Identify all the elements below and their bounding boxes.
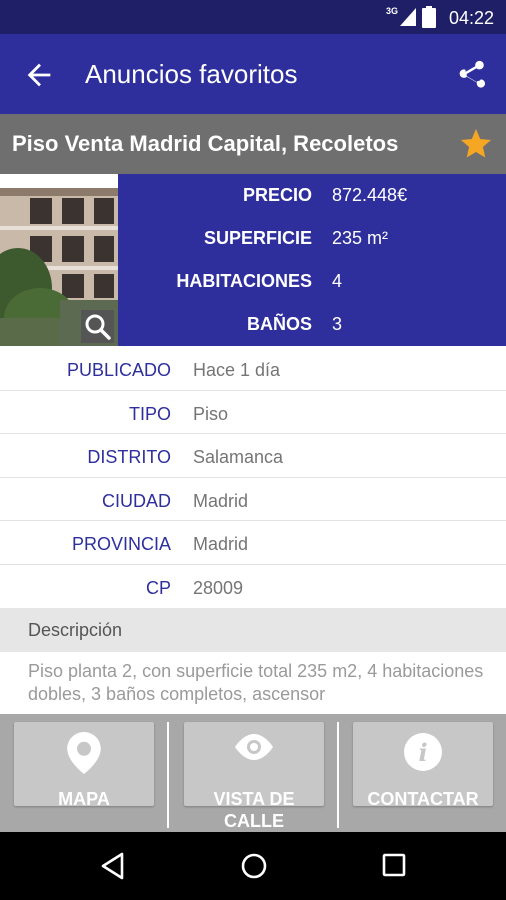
detail-row: CIUDAD Madrid (0, 478, 506, 522)
map-button[interactable]: MAPA (14, 722, 154, 809)
summary-row-area: SUPERFICIE 235 m² (118, 217, 506, 260)
summary-row-price: PRECIO 872.448€ (118, 174, 506, 217)
description-title: Descripción (28, 620, 123, 640)
detail-value: Hace 1 día (193, 360, 281, 380)
detail-row: DISTRITO Salamanca (0, 434, 506, 478)
summary-value: 3 (332, 314, 343, 334)
summary-key: BAÑOS (246, 314, 312, 334)
detail-key: TIPO (128, 403, 171, 424)
description-text: Piso planta 2, con superficie total 235 … (28, 661, 484, 704)
app-bar: Anuncios favoritos (0, 34, 506, 114)
share-icon[interactable] (454, 58, 488, 92)
summary-value: 235 m² (332, 228, 389, 248)
system-nav-bar (0, 832, 506, 900)
eye-icon (235, 734, 273, 760)
detail-row: CP 28009 (0, 565, 506, 609)
summary-key: SUPERFICIE (203, 228, 312, 248)
details-list: PUBLICADO Hace 1 día TIPO Piso DISTRITO … (0, 347, 506, 609)
divider (167, 722, 169, 828)
signal-icon (400, 8, 416, 26)
home-circle-icon[interactable] (240, 852, 268, 880)
clock: 04:22 (448, 8, 494, 28)
street-view-button[interactable]: VISTA DE CALLE (184, 722, 324, 831)
listing-title: Piso Venta Madrid Capital, Recoletos (12, 131, 399, 156)
detail-value: Piso (193, 403, 229, 424)
svg-text:i: i (418, 738, 427, 767)
map-pin-icon (67, 732, 101, 774)
detail-value: Madrid (193, 490, 249, 511)
contact-button[interactable]: i CONTACTAR (353, 722, 493, 809)
contact-button-label: CONTACTAR (367, 789, 479, 809)
detail-key: CIUDAD (101, 490, 171, 511)
detail-row: PROVINCIA Madrid (0, 521, 506, 565)
detail-row: PUBLICADO Hace 1 día (0, 347, 506, 391)
detail-key: DISTRITO (87, 447, 171, 468)
detail-key: PUBLICADO (66, 360, 171, 380)
star-icon[interactable] (458, 126, 494, 162)
back-triangle-icon[interactable] (100, 852, 126, 880)
summary-key: HABITACIONES (176, 271, 312, 291)
listing-header: Piso Venta Madrid Capital, Recoletos (0, 114, 506, 174)
map-button-label: MAPA (58, 789, 110, 809)
detail-value: 28009 (193, 577, 244, 598)
divider (337, 722, 339, 828)
detail-key: PROVINCIA (71, 534, 171, 555)
summary-value: 4 (332, 271, 343, 291)
detail-key: CP (145, 577, 171, 598)
description-header: Descripción (0, 608, 506, 652)
page-title: Anuncios favoritos (85, 59, 298, 89)
recents-square-icon[interactable] (381, 852, 407, 878)
street-view-button-label: VISTA DE CALLE (213, 789, 295, 831)
summary-panel: PRECIO 872.448€ SUPERFICIE 235 m² HABITA… (118, 174, 506, 346)
action-bar: MAPA VISTA DE CALLE i CONTACTAR (0, 714, 506, 832)
arrow-left-icon[interactable] (22, 58, 56, 92)
summary-key: PRECIO (242, 185, 312, 205)
summary-row-rooms: HABITACIONES 4 (118, 260, 506, 303)
zoom-button[interactable] (81, 310, 114, 343)
network-type: 3G (385, 6, 398, 16)
info-icon: i (404, 733, 442, 771)
battery-icon (422, 6, 436, 28)
detail-value: Salamanca (193, 447, 284, 468)
status-bar: 3G 04:22 (0, 0, 506, 34)
magnifier-icon (85, 314, 111, 340)
summary-row-baths: BAÑOS 3 (118, 303, 506, 346)
summary-value: 872.448€ (332, 185, 408, 205)
detail-value: Madrid (193, 534, 249, 555)
detail-row: TIPO Piso (0, 391, 506, 435)
